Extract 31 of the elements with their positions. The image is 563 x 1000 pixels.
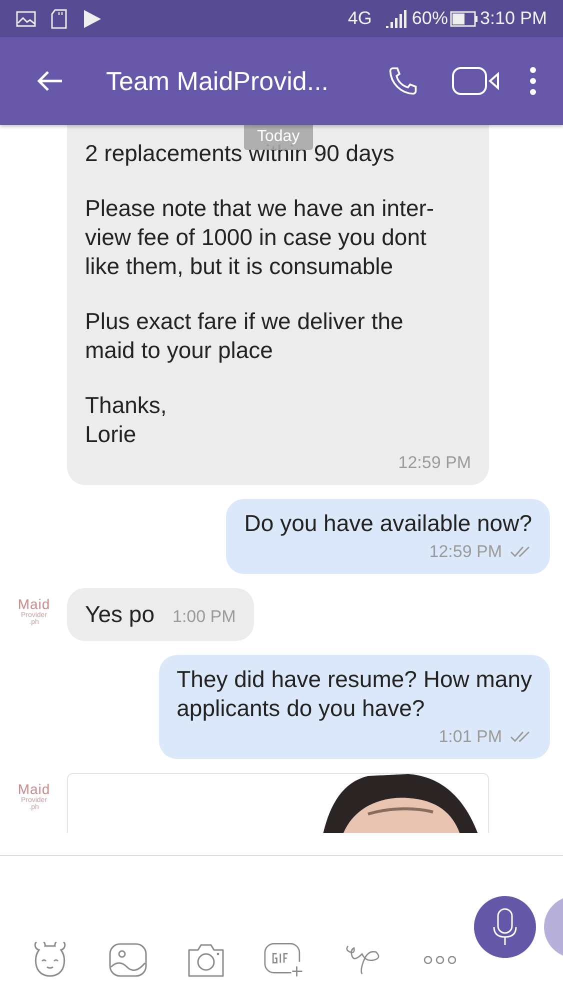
battery-icon <box>450 10 478 26</box>
gallery-icon <box>16 10 36 26</box>
message-text: Please note that we have an inter- view fee of 1000 in case you dont like them, but it is consumable <box>85 194 436 281</box>
message-text: They did have resume? How many applicants do you have? <box>176 665 532 723</box>
image-icon <box>109 943 147 977</box>
message-time: 12:59 PM <box>398 453 471 473</box>
video-camera-icon <box>452 66 500 96</box>
date-chip: Today <box>244 125 313 150</box>
message-text: Plus exact fare if we deliver the maid to your place <box>85 307 404 365</box>
camera-icon <box>186 942 226 978</box>
battery-percent: 60% <box>412 8 448 29</box>
message-text: Do you have available now? <box>244 509 532 538</box>
microphone-icon <box>492 907 518 947</box>
gif-plus-icon <box>264 941 304 979</box>
signal-icon <box>386 10 408 28</box>
back-arrow-icon <box>36 69 64 93</box>
doodle-icon <box>344 944 380 976</box>
message-time: 12:59 PM <box>429 542 502 562</box>
network-type: 4G <box>348 8 372 29</box>
read-ticks-icon <box>510 731 532 743</box>
message-text: Thanks, Lorie <box>85 391 168 449</box>
more-icon <box>422 954 458 966</box>
chat-title: Team MaidProvid... <box>106 66 330 96</box>
message-time: 1:01 PM <box>438 727 502 747</box>
clock: 3:10 PM <box>480 8 547 29</box>
sd-card-icon <box>50 8 68 28</box>
message-text: Yes po <box>85 600 154 629</box>
play-store-icon <box>82 8 102 28</box>
menu-icon <box>528 66 538 96</box>
message-time: 1:00 PM <box>172 607 236 627</box>
read-ticks-icon <box>510 546 532 558</box>
